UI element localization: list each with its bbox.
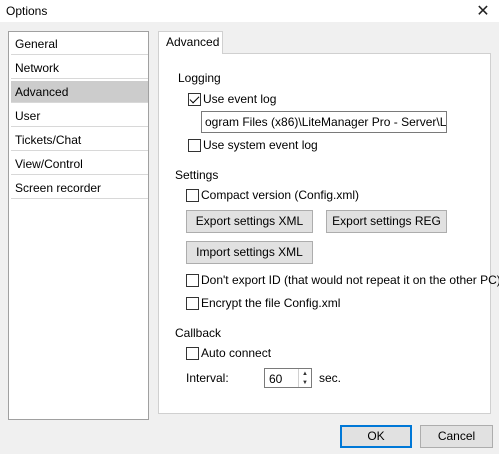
auto-connect-label: Auto connect [201,346,272,360]
tab-advanced[interactable]: Advanced [158,31,223,54]
logging-heading: Logging [178,71,221,85]
interval-unit: sec. [319,371,342,385]
export-settings-reg-button[interactable]: Export settings REG [326,210,447,233]
sidebar-item-network[interactable]: Network [11,57,148,79]
import-settings-xml-button[interactable]: Import settings XML [186,241,313,264]
window-title: Options [6,4,48,18]
dont-export-id-checkbox[interactable] [186,274,199,287]
encrypt-config-label: Encrypt the file Config.xml [201,296,341,310]
chevron-up-icon[interactable]: ▲ [299,369,311,378]
sidebar-item-view-control[interactable]: View/Control [11,153,148,175]
use-event-log-checkbox[interactable] [188,93,201,106]
use-event-log-label: Use event log [203,92,277,106]
use-system-event-log-label: Use system event log [203,138,318,152]
sidebar-item-advanced[interactable]: Advanced [11,81,148,103]
interval-label: Interval: [186,371,229,385]
dont-export-id-label: Don't export ID (that would not repeat i… [201,273,499,287]
interval-value: 60 [269,372,283,386]
log-path-field[interactable]: ogram Files (x86)\LiteManager Pro - Serv… [201,111,447,133]
encrypt-config-checkbox[interactable] [186,297,199,310]
ok-button[interactable]: OK [340,425,412,448]
cancel-button[interactable]: Cancel [420,425,493,448]
use-system-event-log-checkbox[interactable] [188,139,201,152]
auto-connect-checkbox[interactable] [186,347,199,360]
export-settings-xml-button[interactable]: Export settings XML [186,210,313,233]
sidebar-item-tickets-chat[interactable]: Tickets/Chat [11,129,148,151]
callback-heading: Callback [175,326,222,340]
sidebar-item-general[interactable]: General [11,33,148,55]
compact-version-label: Compact version (Config.xml) [201,188,360,202]
interval-stepper[interactable]: 60 ▲ ▼ [264,368,312,388]
title-bar: Options ✕ [0,0,499,22]
chevron-down-icon[interactable]: ▼ [299,378,311,387]
compact-version-checkbox[interactable] [186,189,199,202]
sidebar-item-screen-recorder[interactable]: Screen recorder [11,177,148,199]
sidebar-item-user[interactable]: User [11,105,148,127]
sidebar: General Network Advanced User Tickets/Ch… [8,31,149,420]
close-icon[interactable]: ✕ [467,0,499,22]
tab-panel: Logging Use event log ogram Files (x86)\… [158,53,499,414]
settings-heading: Settings [175,168,219,182]
